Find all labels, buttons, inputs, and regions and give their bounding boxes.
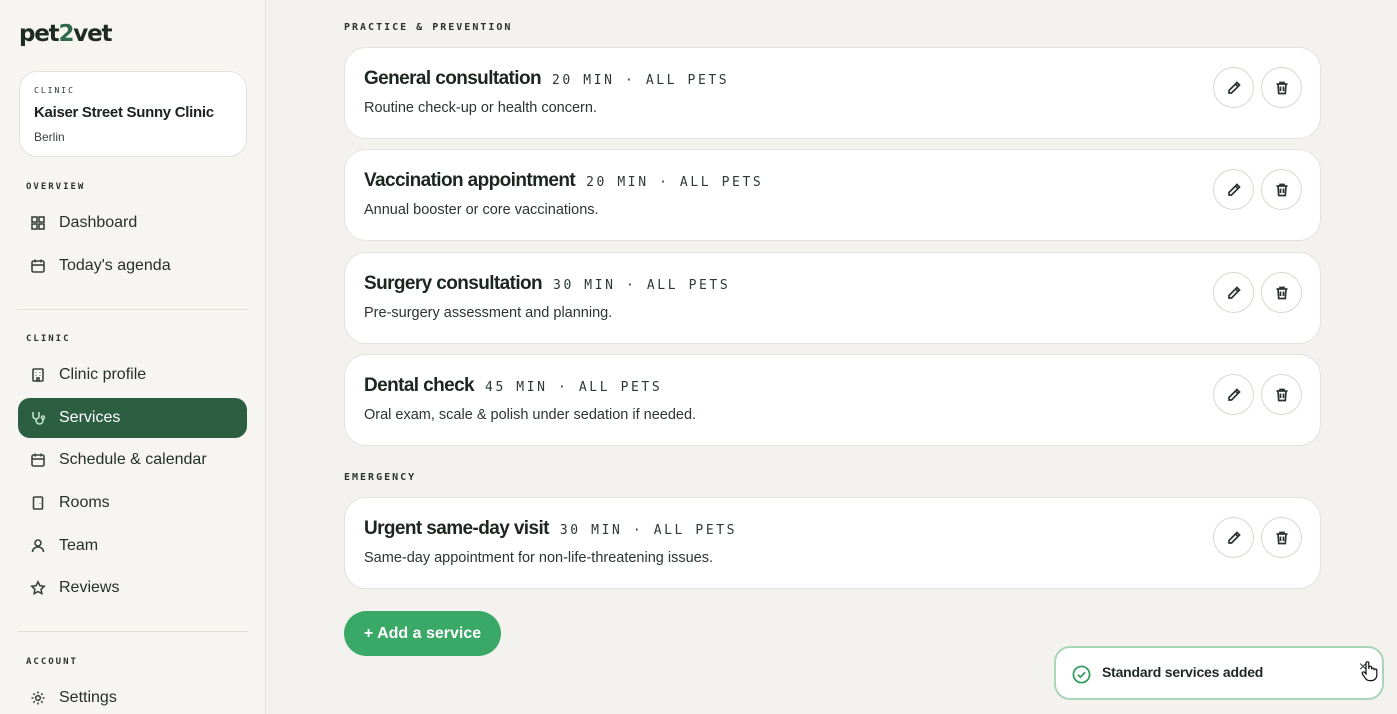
service-title: Surgery consultation — [364, 273, 543, 294]
grid-icon — [30, 215, 46, 231]
check-circle-icon — [1072, 665, 1091, 684]
trash-icon — [1276, 388, 1287, 401]
service-description: Pre-surgery assessment and planning. — [364, 305, 613, 321]
service-card: Dental check 45 MIN · ALL PETS Oral exam,… — [344, 354, 1321, 446]
service-meta: 30 MIN · ALL PETS — [559, 523, 738, 538]
edit-service-button[interactable] — [1213, 67, 1254, 108]
brand-logo[interactable]: pet2vet — [19, 21, 112, 47]
clinic-city: Berlin — [34, 130, 65, 144]
hand-cursor-icon — [1361, 661, 1378, 682]
service-card: Urgent same-day visit 30 MIN · ALL PETS S… — [344, 497, 1321, 589]
pencil-icon — [1227, 285, 1241, 299]
delete-service-button[interactable] — [1261, 517, 1302, 558]
gear-icon — [30, 690, 46, 706]
service-description: Same-day appointment for non-life-threat… — [364, 550, 713, 566]
service-description: Annual booster or core vaccinations. — [364, 202, 599, 218]
edit-service-button[interactable] — [1213, 169, 1254, 210]
pencil-icon — [1227, 182, 1241, 196]
sidebar-item-label: Settings — [59, 689, 117, 706]
trash-icon — [1276, 531, 1287, 544]
service-title: General consultation — [364, 68, 542, 89]
group-label-emergency: EMERGENCY — [344, 472, 417, 483]
clinic-switcher-card[interactable]: CLINIC Kaiser Street Sunny Clinic Berlin — [19, 71, 247, 157]
trash-icon — [1276, 286, 1287, 299]
calendar-icon — [30, 258, 46, 274]
sidebar-item-settings[interactable]: Settings — [18, 678, 247, 714]
delete-service-button[interactable] — [1261, 67, 1302, 108]
success-toast: Standard services added × — [1054, 646, 1384, 700]
sidebar-item-todays-agenda[interactable]: Today's agenda — [18, 246, 247, 286]
sidebar-item-label: Reviews — [59, 579, 120, 596]
service-title: Vaccination appointment — [364, 170, 576, 191]
pencil-icon — [1227, 530, 1241, 544]
stethoscope-icon — [30, 410, 46, 426]
trash-icon — [1276, 81, 1287, 94]
clinic-name: Kaiser Street Sunny Clinic — [34, 104, 214, 121]
person-icon — [30, 538, 46, 554]
sidebar-item-label: Dashboard — [59, 214, 138, 231]
edit-service-button[interactable] — [1213, 517, 1254, 558]
sidebar-item-services[interactable]: Services — [18, 398, 247, 438]
toast-message: Standard services added — [1102, 664, 1264, 680]
sidebar-item-label: Clinic profile — [59, 366, 147, 383]
service-card: Surgery consultation 30 MIN · ALL PETS Pr… — [344, 252, 1321, 344]
service-card: Vaccination appointment 20 MIN · ALL PETS… — [344, 149, 1321, 241]
section-label-overview: OVERVIEW — [26, 182, 86, 192]
group-label-practice-prevention: PRACTICE & PREVENTION — [344, 22, 513, 33]
add-service-button[interactable]: + Add a service — [344, 611, 501, 656]
door-icon — [30, 495, 46, 511]
pencil-icon — [1227, 80, 1241, 94]
trash-icon — [1276, 183, 1287, 196]
sidebar-item-label: Rooms — [59, 494, 110, 511]
service-meta: 45 MIN · ALL PETS — [485, 380, 663, 395]
sidebar-item-label: Team — [59, 537, 99, 554]
building-icon — [30, 367, 46, 383]
service-title: Dental check — [364, 375, 475, 396]
section-label-clinic: CLINIC — [26, 334, 71, 344]
calendar-icon — [30, 452, 46, 468]
sidebar-divider — [18, 309, 248, 310]
edit-service-button[interactable] — [1213, 272, 1254, 313]
service-card: General consultation 20 MIN · ALL PETS Ro… — [344, 47, 1321, 139]
sidebar-item-schedule-calendar[interactable]: Schedule & calendar — [18, 440, 247, 480]
sidebar-item-clinic-profile[interactable]: Clinic profile — [18, 355, 247, 395]
service-meta: 20 MIN · ALL PETS — [586, 175, 764, 190]
sidebar-item-rooms[interactable]: Rooms — [18, 483, 247, 523]
sidebar-item-label: Today's agenda — [59, 257, 171, 274]
delete-service-button[interactable] — [1261, 374, 1302, 415]
sidebar-item-reviews[interactable]: Reviews — [18, 568, 247, 608]
delete-service-button[interactable] — [1261, 169, 1302, 210]
star-icon — [30, 580, 46, 596]
sidebar-divider — [18, 631, 248, 632]
sidebar-item-dashboard[interactable]: Dashboard — [18, 203, 247, 243]
service-description: Routine check-up or health concern. — [364, 100, 597, 116]
clinic-card-label: CLINIC — [34, 86, 75, 95]
edit-service-button[interactable] — [1213, 374, 1254, 415]
sidebar: pet2vet CLINIC Kaiser Street Sunny Clini… — [0, 0, 266, 714]
sidebar-item-team[interactable]: Team — [18, 526, 247, 566]
sidebar-item-label: Services — [59, 409, 121, 426]
service-title: Urgent same-day visit — [364, 518, 549, 539]
pencil-icon — [1227, 387, 1241, 401]
service-meta: 20 MIN · ALL PETS — [551, 73, 730, 88]
sidebar-item-label: Schedule & calendar — [59, 451, 207, 468]
service-description: Oral exam, scale & polish under sedation… — [364, 407, 697, 423]
service-meta: 30 MIN · ALL PETS — [553, 278, 731, 293]
delete-service-button[interactable] — [1261, 272, 1302, 313]
section-label-account: ACCOUNT — [26, 657, 78, 667]
